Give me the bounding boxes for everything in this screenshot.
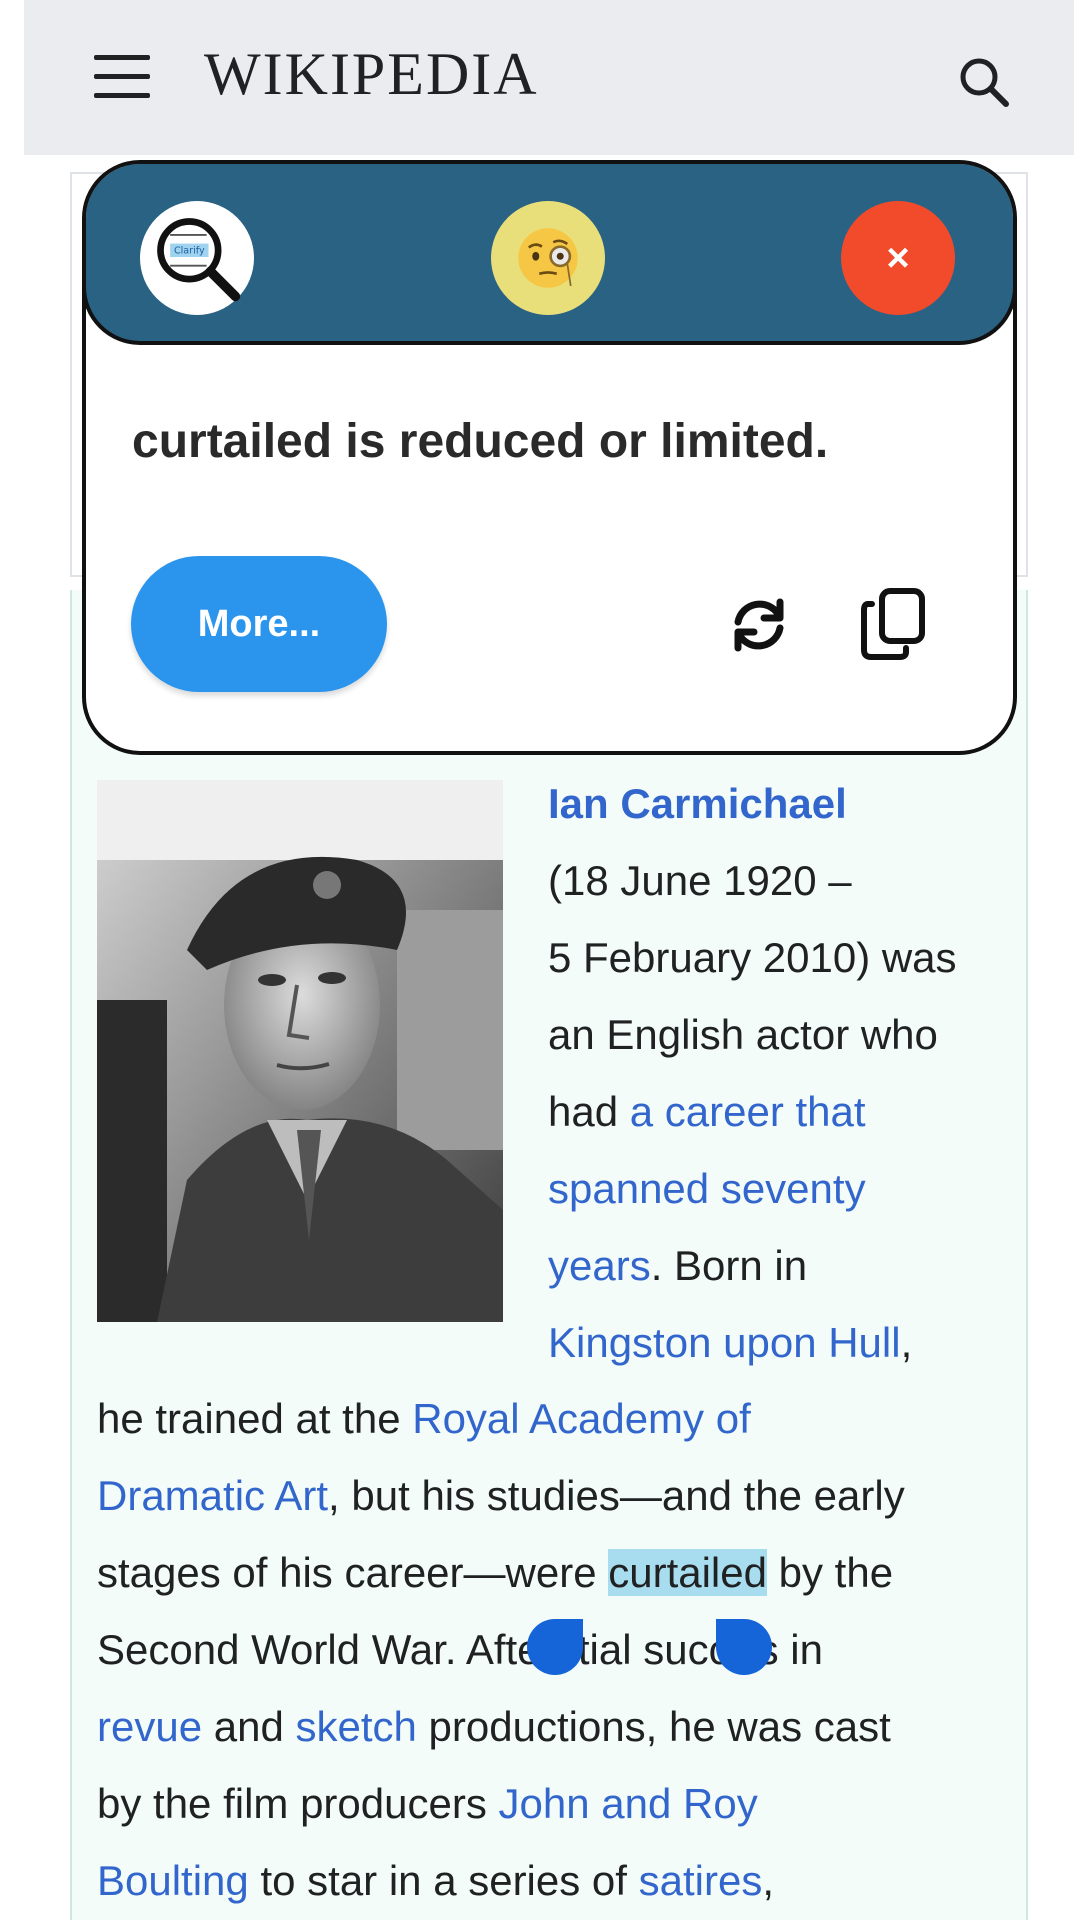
boulting-brothers-link-continued[interactable]: Boulting <box>97 1857 249 1904</box>
career-link[interactable]: a career that <box>630 1088 866 1135</box>
text-span: he trained at the <box>97 1395 413 1442</box>
popup-toolbar: Clarify × <box>86 164 1013 345</box>
article-subject-name: Ian Carmichael <box>548 780 847 827</box>
text-span: and <box>202 1703 296 1750</box>
text-span: . Born in <box>650 1242 808 1289</box>
lead-paragraph-body: he trained at the Royal Academy of Drama… <box>97 1380 1017 1919</box>
text-span: productions, he was cast <box>416 1703 891 1750</box>
text-span: , <box>762 1857 774 1904</box>
text-span: stages of his career—were <box>97 1549 609 1596</box>
definition-text: curtailed is reduced or limited. <box>132 415 829 468</box>
ian-carmichael-photo[interactable] <box>97 780 503 1322</box>
rada-link[interactable]: Royal Academy of <box>412 1395 751 1442</box>
app-header: WIKIPEDIA <box>24 0 1074 155</box>
text-span: Second World War. Afte <box>97 1626 541 1673</box>
career-link-end[interactable]: years <box>548 1242 651 1289</box>
selection-start-handle[interactable] <box>526 1618 583 1675</box>
text-span: had <box>548 1088 630 1135</box>
more-button[interactable]: More... <box>131 556 387 692</box>
selected-word-highlight[interactable]: curtailed <box>608 1549 767 1596</box>
copy-icon[interactable] <box>858 586 928 662</box>
definition-popup: Clarify × curtailed is reduced or limite… <box>82 160 1017 755</box>
career-link-continued[interactable]: spanned seventy <box>548 1165 866 1212</box>
text-line: an English actor who <box>548 1011 938 1058</box>
text-line: (18 June 1920 – <box>548 857 852 904</box>
selection-end-handle[interactable] <box>715 1618 772 1675</box>
lead-paragraph-side: Ian Carmichael (18 June 1920 – 5 Februar… <box>548 765 1018 1381</box>
rada-link-continued[interactable]: Dramatic Art <box>97 1472 328 1519</box>
hamburger-menu-icon[interactable] <box>94 55 150 99</box>
refresh-icon[interactable] <box>726 592 792 658</box>
page: WIKIPEDIA Ian Carmichael (18 June 1920 –… <box>0 0 1080 1920</box>
text-span: itial succ <box>568 1626 730 1673</box>
text-span: by the <box>766 1549 894 1596</box>
search-icon[interactable] <box>956 54 1012 110</box>
text-span: to star in a series of <box>248 1857 639 1904</box>
sketch-link[interactable]: sketch <box>295 1703 416 1750</box>
text-span: by the film producers <box>97 1780 499 1827</box>
text-span: , but his studies—and the early <box>328 1472 905 1519</box>
kingston-upon-hull-link[interactable]: Kingston upon Hull <box>548 1319 901 1366</box>
wikipedia-logo[interactable]: WIKIPEDIA <box>204 40 539 109</box>
revue-link[interactable]: revue <box>97 1703 202 1750</box>
text-span: , <box>900 1319 913 1366</box>
satires-link[interactable]: satires <box>639 1857 763 1904</box>
text-line: 5 February 2010) was <box>548 934 957 981</box>
clarify-icon-label: Clarify <box>174 246 205 257</box>
boulting-brothers-link[interactable]: John and Roy <box>499 1780 758 1827</box>
clarify-magnifier-icon[interactable]: Clarify <box>140 201 254 315</box>
monocle-face-emoji-icon[interactable] <box>491 201 605 315</box>
close-popup-button[interactable]: × <box>841 201 955 315</box>
